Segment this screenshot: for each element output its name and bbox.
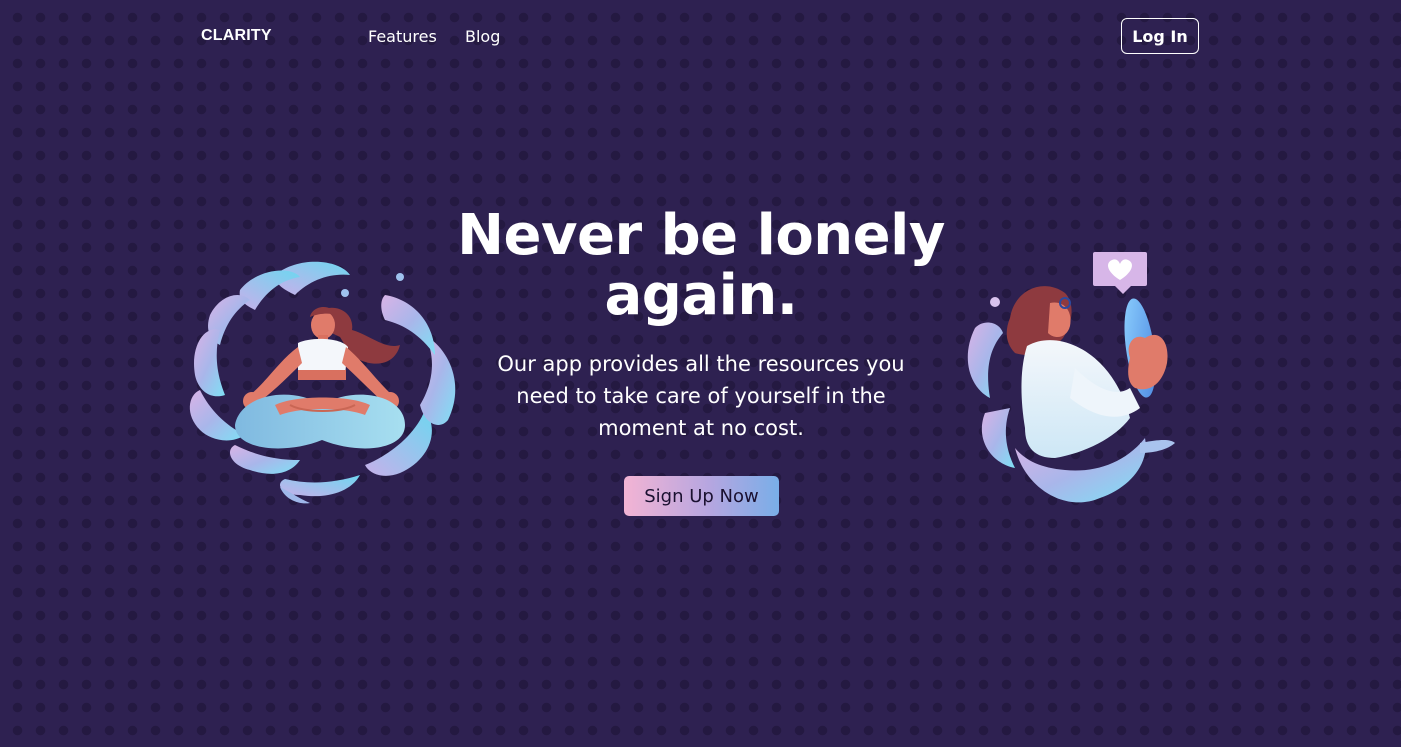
hero-subtitle: Our app provides all the resources you n… — [497, 352, 905, 440]
signup-button[interactable]: Sign Up Now — [624, 476, 779, 516]
meditating-woman-illustration — [189, 261, 456, 504]
nav-link-features[interactable]: Features — [368, 27, 437, 46]
login-button[interactable]: Log In — [1121, 18, 1199, 54]
nav-link-blog[interactable]: Blog — [465, 27, 500, 46]
hero-title: Never be lonely again. — [457, 203, 945, 328]
brand-logo[interactable]: CLARITY — [201, 27, 272, 45]
woman-with-phone-illustration — [967, 252, 1175, 503]
